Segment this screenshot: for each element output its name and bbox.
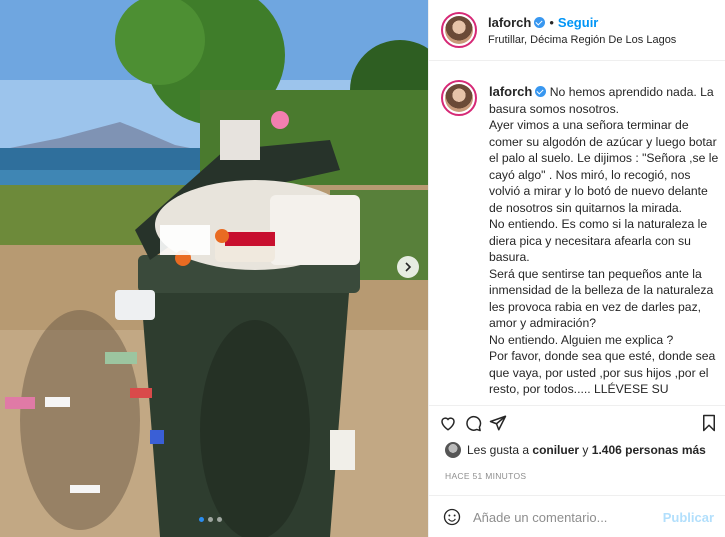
- post-actions: Les gusta a coniluer y 1.406 personas má…: [429, 405, 725, 537]
- post-location[interactable]: Frutillar, Décima Región De Los Lagos: [488, 34, 676, 46]
- heart-icon[interactable]: [439, 414, 457, 437]
- publish-button[interactable]: Publicar: [663, 510, 714, 525]
- verified-badge-icon: [534, 17, 546, 28]
- carousel-dot: [208, 517, 213, 522]
- caption-text: No hemos aprendido nada. La basura somos…: [489, 85, 719, 396]
- post-header: laforch • Seguir Frutillar, Décima Región …: [429, 0, 725, 61]
- comment-bar: Publicar: [429, 495, 725, 537]
- caption-body: laforch No hemos aprendido nada. La basu…: [489, 84, 721, 398]
- post-side-panel: laforch • Seguir Frutillar, Décima Región …: [428, 0, 725, 537]
- separator: •: [549, 15, 554, 30]
- smiley-icon[interactable]: [443, 508, 461, 531]
- likes-middle: y: [582, 443, 589, 457]
- post-image: [0, 0, 428, 537]
- verified-badge-icon: [535, 86, 547, 97]
- share-icon[interactable]: [489, 414, 507, 437]
- next-slide-button[interactable]: [397, 256, 419, 278]
- carousel-indicator: [199, 517, 222, 522]
- carousel-dot: [217, 517, 222, 522]
- likes-prefix: Les gusta a: [467, 443, 530, 457]
- liker-username[interactable]: coniluer: [532, 443, 579, 457]
- likes-summary[interactable]: Les gusta a coniluer y 1.406 personas má…: [445, 442, 706, 458]
- bookmark-icon[interactable]: [700, 414, 718, 437]
- caption-avatar[interactable]: [441, 80, 477, 116]
- caption-username[interactable]: laforch: [489, 84, 532, 99]
- caption-area: laforch No hemos aprendido nada. La basu…: [429, 62, 725, 405]
- carousel-dot: [199, 517, 204, 522]
- liker-avatar: [445, 442, 461, 458]
- chevron-right-icon: [405, 262, 412, 272]
- comment-icon[interactable]: [464, 414, 482, 437]
- post-timestamp[interactable]: HACE 51 MINUTOS: [445, 471, 526, 481]
- comment-input[interactable]: [473, 505, 653, 529]
- author-username[interactable]: laforch: [488, 15, 531, 30]
- post-photo[interactable]: [0, 0, 428, 537]
- follow-button[interactable]: Seguir: [558, 15, 598, 30]
- author-avatar[interactable]: [441, 12, 477, 48]
- likes-count[interactable]: 1.406 personas más: [592, 443, 706, 457]
